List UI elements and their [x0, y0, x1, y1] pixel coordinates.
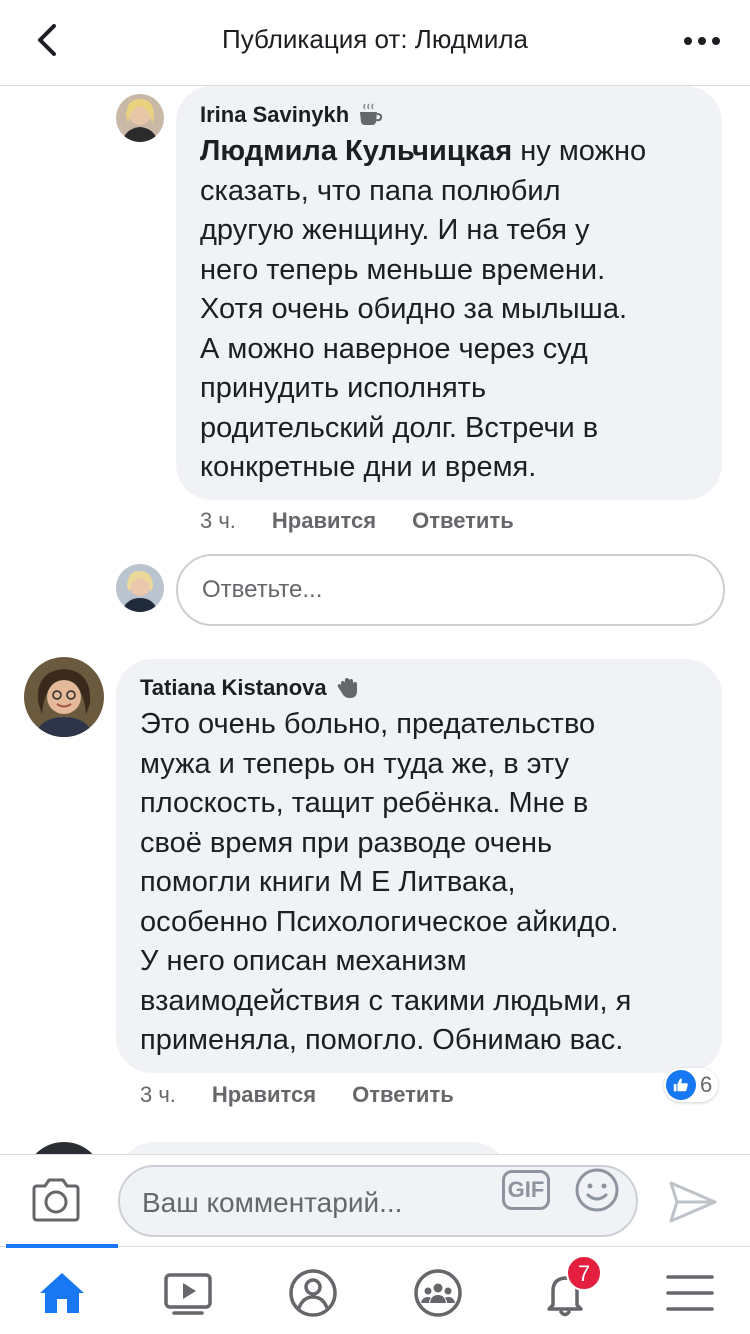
comment-line: Это очень больно, предательство: [140, 708, 596, 740]
like-button[interactable]: Нравится: [272, 508, 376, 534]
emoji-button[interactable]: [574, 1167, 620, 1213]
comment-text: Это очень больно, предательство мужа и т…: [140, 705, 710, 1061]
tab-menu[interactable]: [662, 1265, 718, 1321]
video-icon: [164, 1273, 212, 1315]
comment-text: Людмила Кульчицкая ну можно сказать, что…: [200, 132, 710, 488]
comment-line: плоскость, тащит ребёнка. Мне в: [140, 787, 589, 819]
groups-icon: [414, 1269, 462, 1317]
home-icon: [40, 1273, 84, 1313]
comment-line: принудить исполнять: [200, 372, 487, 404]
tab-video[interactable]: [160, 1265, 216, 1321]
active-tab-indicator: [6, 1244, 118, 1248]
camera-icon: [32, 1178, 80, 1222]
comment-input[interactable]: Ваш комментарий...: [118, 1165, 638, 1237]
send-icon: [669, 1181, 717, 1223]
comment-line: него теперь меньше времени.: [200, 253, 606, 286]
more-options-button[interactable]: [682, 26, 722, 56]
camera-button[interactable]: [30, 1177, 82, 1223]
comment-line: родительский долг. Встречи в: [200, 411, 599, 444]
comment-author[interactable]: Tatiana Kistanova: [140, 675, 361, 701]
smiley-icon: [575, 1168, 619, 1212]
comment-line: ну можно: [512, 135, 647, 167]
reply-button[interactable]: Ответить: [352, 1082, 454, 1108]
comment-line: сказать, что папа полюбил: [200, 174, 561, 207]
like-reaction-icon: [666, 1070, 696, 1100]
user-photo-icon: [24, 1142, 104, 1154]
comment-bubble[interactable]: Tatiana Kistanova Это очень больно, пред…: [116, 659, 722, 1073]
notification-badge: 7: [566, 1255, 602, 1291]
user-photo-icon: [116, 564, 164, 612]
user-photo-icon: [24, 657, 104, 737]
top-bar: Публикация от: Людмила: [0, 0, 750, 86]
tab-profile[interactable]: [285, 1265, 341, 1321]
comment-line: Хотя очень обидно за мылыша.: [200, 293, 627, 325]
timestamp: 3 ч.: [200, 508, 236, 533]
comment-line: своё время при разводе очень: [140, 826, 553, 859]
comment-line: У него описан механизм: [140, 945, 467, 977]
send-button[interactable]: [668, 1179, 718, 1225]
reply-placeholder: Ответьте...: [202, 576, 323, 603]
bottom-tab-bar: 7: [0, 1244, 750, 1334]
comment-line: помогли книги М Е Литвака,: [140, 866, 516, 898]
author-name[interactable]: Tatiana Kistanova: [140, 675, 327, 701]
author-name[interactable]: Irina Savinykh: [200, 102, 349, 128]
comment-line: мужа и теперь он туда же, в эту: [140, 747, 569, 780]
comment-line: А можно наверное через суд: [200, 332, 588, 365]
avatar[interactable]: [24, 1142, 104, 1154]
waving-hand-icon: [335, 675, 361, 701]
tab-home[interactable]: [34, 1265, 90, 1321]
like-button[interactable]: Нравится: [212, 1082, 316, 1108]
mention-link[interactable]: Людмила Кульчицкая: [200, 135, 512, 167]
profile-icon: [289, 1269, 337, 1317]
reaction-summary[interactable]: 6: [664, 1068, 719, 1102]
avatar[interactable]: [24, 657, 104, 737]
comment-author[interactable]: Irina Savinykh: [200, 102, 383, 128]
reply-button[interactable]: Ответить: [412, 508, 514, 534]
comment-bubble[interactable]: [118, 1142, 508, 1154]
current-user-avatar: [116, 564, 164, 612]
comment-line: другую женщину. И на тебя у: [200, 214, 590, 246]
comment-meta: 3 ч. Нравится Ответить: [200, 508, 514, 534]
tab-groups[interactable]: [410, 1265, 466, 1321]
reaction-count: 6: [700, 1072, 713, 1097]
gif-button[interactable]: GIF: [502, 1170, 550, 1210]
comment-placeholder: Ваш комментарий...: [142, 1187, 403, 1218]
page-title: Публикация от: Людмила: [222, 24, 528, 54]
timestamp: 3 ч.: [140, 1082, 176, 1107]
avatar[interactable]: [116, 94, 164, 142]
comments-feed[interactable]: Irina Savinykh Людмила Кульчицкая ну мож…: [0, 86, 750, 1154]
comment-meta: 3 ч. Нравится Ответить: [140, 1082, 454, 1108]
comment-line: особенно Психологическое айкидо.: [140, 905, 619, 938]
coffee-cup-icon: [357, 102, 383, 128]
reply-input[interactable]: Ответьте...: [176, 554, 725, 626]
menu-icon: [666, 1275, 714, 1311]
comment-line: конкретные дни и время.: [200, 451, 537, 483]
comment-line: применяла, помогло. Обнимаю вас.: [140, 1024, 624, 1056]
ellipsis-icon: [684, 37, 720, 45]
comment-line: взаимодействия с такими людьми, я: [140, 984, 632, 1017]
comment-bubble[interactable]: Irina Savinykh Людмила Кульчицкая ну мож…: [176, 86, 722, 500]
user-photo-icon: [116, 94, 164, 142]
comment-composer: Ваш комментарий... GIF: [0, 1154, 750, 1246]
